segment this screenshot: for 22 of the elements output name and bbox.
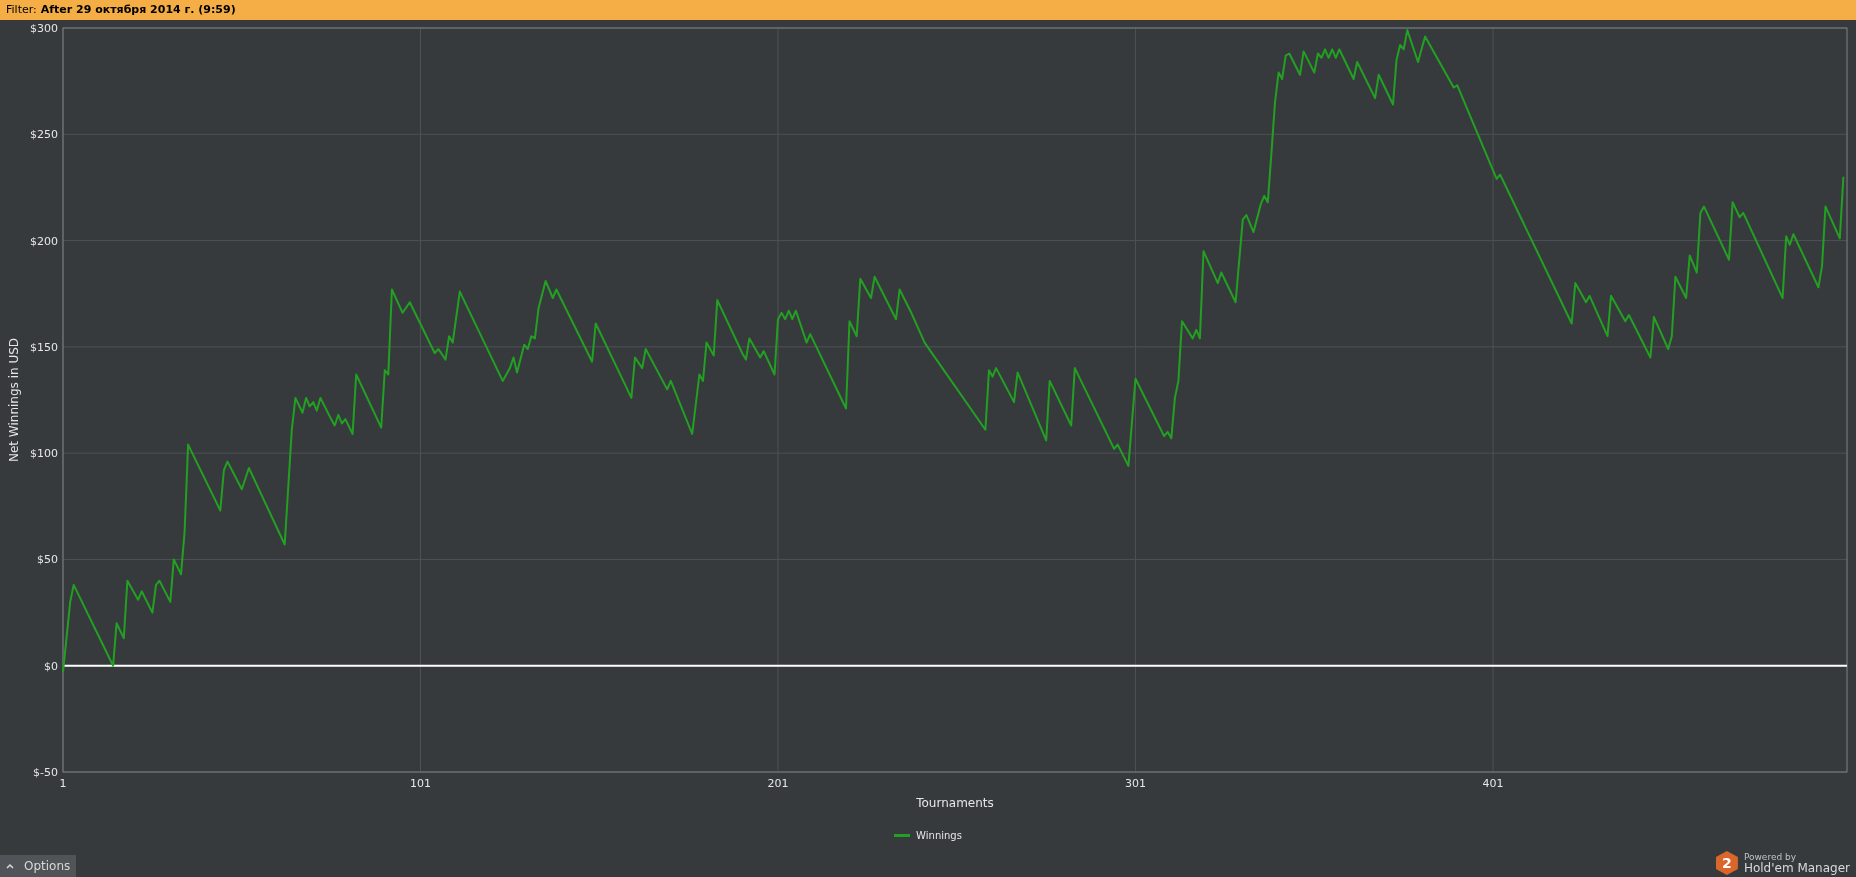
- y-tick-label: $250: [30, 128, 58, 142]
- y-tick-label: $-50: [33, 766, 58, 779]
- filter-value: After 29 октября 2014 г. (9:59): [40, 1, 236, 18]
- x-tick-label: 401: [1482, 777, 1504, 790]
- powered-by-text: Powered by: [1743, 852, 1798, 862]
- y-axis-title: Net Winnings in USD: [7, 338, 21, 462]
- x-tick-label: 1: [59, 777, 67, 790]
- x-tick-label: 101: [410, 777, 431, 790]
- caret-icon: [6, 863, 14, 869]
- x-axis-title: Tournaments: [916, 796, 994, 810]
- y-tick-label: $150: [30, 340, 58, 354]
- filter-label: Filter:: [6, 1, 37, 18]
- legend-label: Winnings: [916, 828, 962, 843]
- x-tick-label: 301: [1125, 777, 1147, 790]
- x-tick-label: 201: [767, 777, 789, 790]
- y-tick-label: $50: [37, 553, 58, 567]
- product-name: Hold'em Manager: [1743, 861, 1850, 874]
- y-tick-label: $100: [30, 447, 58, 461]
- options-button[interactable]: Options: [0, 855, 77, 877]
- y-tick-label: $300: [30, 22, 58, 35]
- y-tick-label: $200: [30, 234, 58, 248]
- y-tick-label: $0: [44, 659, 58, 673]
